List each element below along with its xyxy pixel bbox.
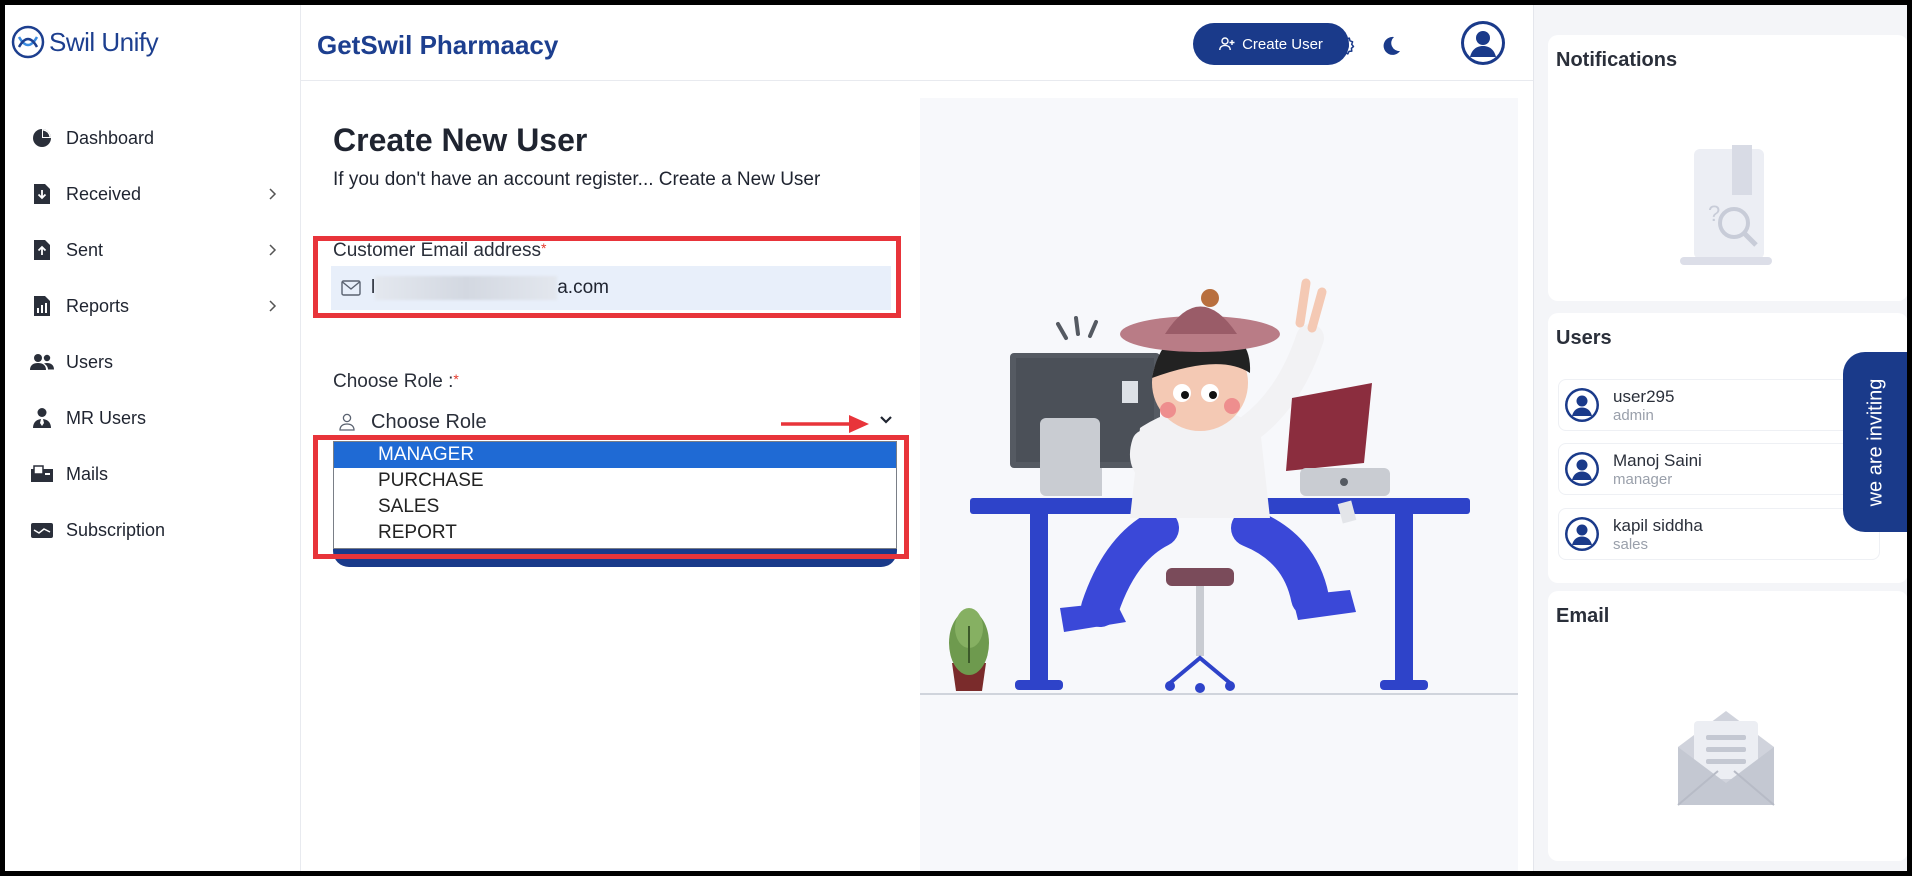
wallet-icon — [30, 518, 54, 542]
sidebar-item-label: Dashboard — [66, 127, 155, 148]
sidebar: Swil Unify Dashboard Received Sent Repor… — [5, 5, 301, 871]
user-list-item[interactable]: Manoj Saini manager — [1558, 443, 1880, 495]
sidebar-item-label: Received — [66, 183, 142, 204]
user-name: user295 — [1613, 386, 1675, 406]
sidebar-item-reports[interactable]: Reports — [30, 278, 280, 334]
user-avatar-icon — [1565, 388, 1599, 422]
sidebar-item-mr-users[interactable]: MR Users — [30, 390, 280, 446]
create-user-button[interactable]: Create User — [1193, 23, 1349, 65]
we-are-inviting-tab[interactable]: we are inviting — [1843, 352, 1907, 532]
notifications-title: Notifications — [1556, 49, 1678, 71]
sidebar-item-mails[interactable]: Mails — [30, 446, 280, 502]
svg-text:?: ? — [1708, 201, 1720, 226]
report-doc-icon — [30, 294, 54, 318]
empty-notifications-icon: ? — [1680, 145, 1772, 265]
invite-tab-label: we are inviting — [1864, 378, 1887, 506]
role-options-list: MANAGER PURCHASE SALES REPORT — [333, 441, 897, 549]
user-avatar-icon — [1464, 24, 1502, 62]
brand-logo[interactable]: Swil Unify — [9, 23, 159, 61]
form-title: Create New User — [333, 122, 588, 158]
download-doc-icon — [30, 182, 54, 206]
create-user-section: Create New User If you don't have an acc… — [301, 82, 1533, 871]
user-avatar-icon — [1565, 452, 1599, 486]
open-envelope-icon — [1677, 711, 1775, 806]
brand-name: Swil Unify — [49, 26, 159, 57]
role-label: Choose Role :* — [333, 371, 459, 392]
sidebar-item-subscription[interactable]: Subscription — [30, 502, 280, 558]
logo-mark-icon — [11, 25, 45, 59]
role-option-purchase[interactable]: PURCHASE — [334, 468, 896, 494]
annotation-arrow-icon — [781, 415, 869, 433]
email-card: Email — [1548, 591, 1907, 861]
add-user-icon — [1219, 37, 1235, 51]
chevron-right-icon — [269, 244, 277, 256]
role-option-report[interactable]: REPORT — [334, 520, 896, 546]
user-role: admin — [1613, 406, 1654, 424]
moon-icon[interactable] — [1379, 34, 1403, 58]
sidebar-item-label: Subscription — [66, 519, 166, 540]
sidebar-item-label: MR Users — [66, 407, 146, 428]
user-name: Manoj Saini — [1613, 450, 1702, 470]
upload-doc-icon — [30, 238, 54, 262]
person-icon — [339, 413, 355, 431]
app-window: Swil Unify Dashboard Received Sent Repor… — [5, 5, 1907, 871]
chevron-right-icon — [269, 188, 277, 200]
sidebar-item-label: Reports — [66, 295, 130, 316]
user-list-item[interactable]: kapil siddha sales — [1558, 508, 1880, 560]
user-tie-icon — [30, 406, 54, 430]
sidebar-item-label: Sent — [66, 239, 104, 260]
top-header: GetSwil Pharmaacy Create User — [301, 5, 1533, 81]
form-subtitle: If you don't have an account register...… — [333, 169, 821, 190]
sidebar-nav: Dashboard Received Sent Reports Users MR… — [30, 110, 280, 558]
create-user-label: Create User — [1242, 35, 1323, 53]
sidebar-item-dashboard[interactable]: Dashboard — [30, 110, 280, 166]
sidebar-item-sent[interactable]: Sent — [30, 222, 280, 278]
role-select-value: Choose Role — [371, 410, 487, 433]
sidebar-item-label: Users — [66, 351, 114, 372]
avatar[interactable] — [1461, 21, 1505, 65]
user-list-item[interactable]: user295 admin — [1558, 379, 1880, 431]
user-avatar-icon — [1565, 517, 1599, 551]
role-option-sales[interactable]: SALES — [334, 494, 896, 520]
sidebar-item-users[interactable]: Users — [30, 334, 280, 390]
mail-box-icon — [30, 462, 54, 486]
pie-chart-icon — [30, 126, 54, 150]
sidebar-item-label: Mails — [66, 463, 109, 484]
highlight-email-box — [313, 236, 901, 318]
email-title: Email — [1556, 605, 1610, 627]
user-role: sales — [1613, 535, 1649, 553]
page-title: GetSwil Pharmaacy — [317, 30, 559, 60]
users-icon — [30, 350, 54, 374]
chevron-right-icon — [269, 300, 277, 312]
sidebar-item-received[interactable]: Received — [30, 166, 280, 222]
gear-icon[interactable] — [1333, 34, 1357, 58]
notifications-card: Notifications ? — [1548, 35, 1907, 301]
role-option-manager[interactable]: MANAGER — [334, 442, 896, 468]
person-at-desk-illustration — [920, 278, 1518, 695]
illustration — [920, 98, 1518, 871]
chevron-down-icon[interactable] — [879, 414, 893, 426]
users-title: Users — [1556, 327, 1612, 349]
user-role: manager — [1613, 470, 1673, 488]
user-name: kapil siddha — [1613, 515, 1703, 535]
